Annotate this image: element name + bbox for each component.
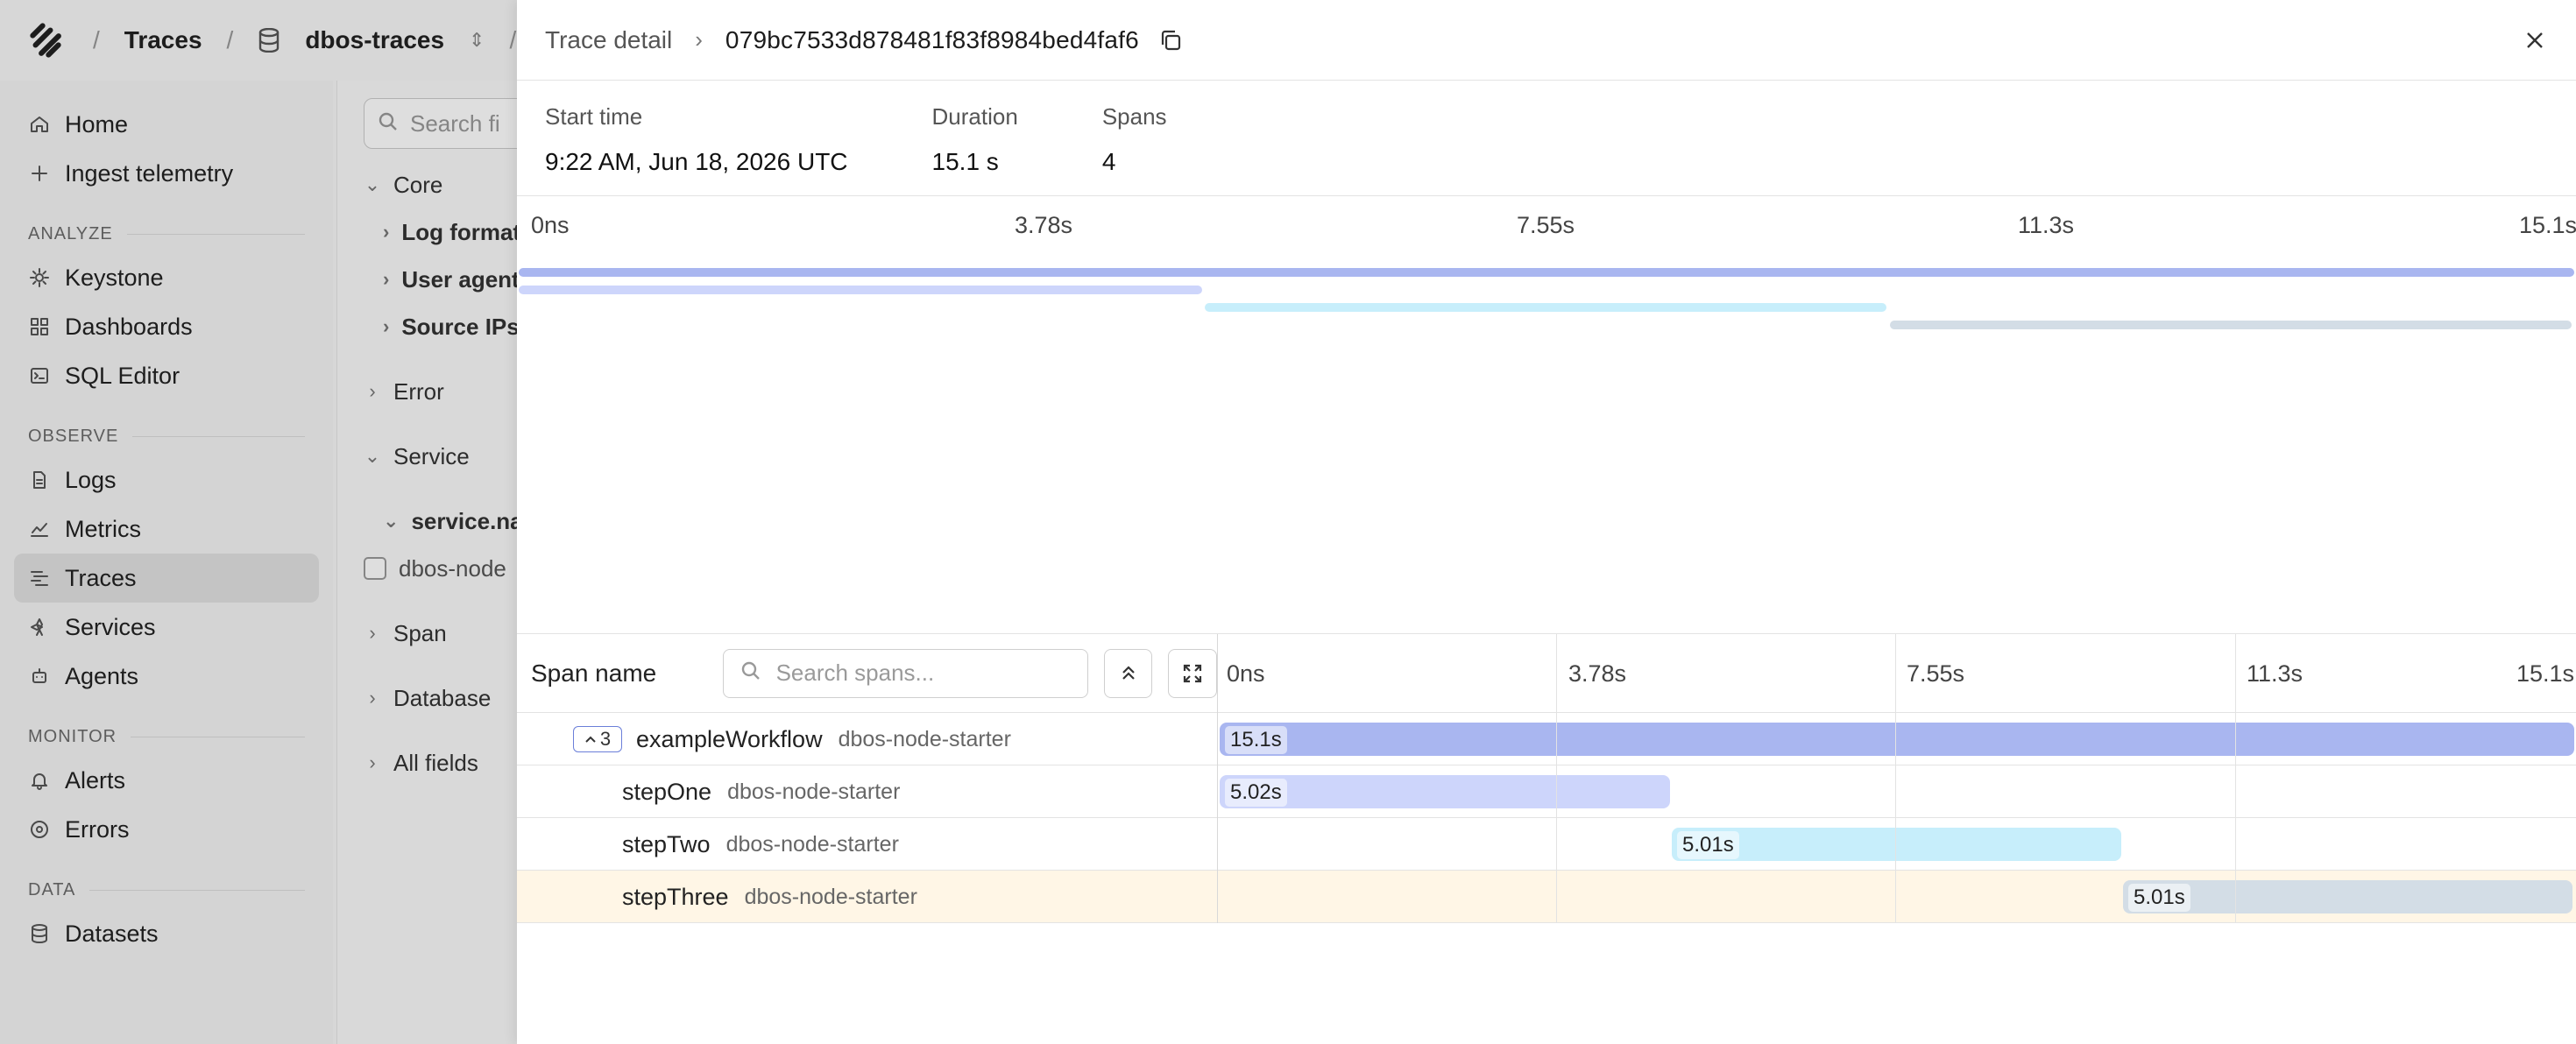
- span-operation-name: exampleWorkflow: [636, 725, 823, 752]
- span-duration-bar[interactable]: 5.01s: [2123, 880, 2572, 914]
- span-name-header: Span name Search spans...: [517, 633, 1218, 713]
- span-service-name: dbos-node-starter: [727, 779, 901, 804]
- span-duration-label: 5.02s: [1225, 779, 1287, 807]
- span-row-name: 3 exampleWorkflow dbos-node-starter: [517, 713, 1218, 765]
- span-operation-name: stepThree: [622, 883, 729, 910]
- waterfall-gridline: [2234, 634, 2236, 923]
- overview-tick-label: 3.78s: [1015, 212, 1073, 238]
- span-operation-name: stepTwo: [622, 830, 711, 857]
- close-icon[interactable]: [2522, 27, 2548, 53]
- span-row[interactable]: 3 exampleWorkflow dbos-node-starter 15.1s: [517, 713, 2576, 765]
- trace-detail-panel: Trace detail › 079bc7533d878481f83f8984b…: [517, 0, 2576, 1044]
- duration: Duration 15.1 s: [931, 103, 1018, 175]
- span-duration-bar[interactable]: 15.1s: [1220, 723, 2574, 756]
- overview-span-bar: [519, 286, 1202, 294]
- chevrons-up-icon: [1122, 665, 1135, 680]
- span-search-input[interactable]: Search spans...: [722, 648, 1088, 698]
- waterfall-header: Span name Search spans... 0ns 3.78s 7.55s 1…: [517, 633, 2576, 713]
- span-row-name: stepThree dbos-node-starter: [517, 871, 1218, 923]
- span-service-name: dbos-node-starter: [838, 726, 1011, 751]
- span-duration-bar[interactable]: 5.02s: [1220, 775, 1670, 808]
- overview-tick-label: 0ns: [531, 212, 570, 238]
- span-service-name: dbos-node-starter: [744, 884, 917, 909]
- span-duration-bar[interactable]: 5.01s: [1672, 828, 2121, 861]
- overview-tick-label: 7.55s: [1517, 212, 1575, 238]
- span-duration-label: 5.01s: [2128, 884, 2190, 912]
- waterfall-tick-label: 7.55s: [1907, 660, 1965, 687]
- breadcrumb-trace-detail[interactable]: Trace detail: [545, 26, 672, 54]
- span-row-name: stepTwo dbos-node-starter: [517, 818, 1218, 871]
- chevron-up-icon: [585, 736, 596, 743]
- overview-tick-label: 11.3s: [2018, 212, 2075, 238]
- start-time: Start time 9:22 AM, Jun 18, 2026 UTC: [545, 103, 848, 175]
- collapse-children-button[interactable]: 3: [573, 726, 622, 752]
- expand-icon: [1184, 664, 1202, 682]
- overview-tick-label: 15.1s: [2519, 212, 2576, 238]
- span-service-name: dbos-node-starter: [725, 831, 899, 857]
- span-waterfall: Span name Search spans... 0ns 3.78s 7.55s 1…: [517, 633, 2576, 923]
- waterfall-tick-label: 15.1s: [2516, 660, 2575, 687]
- waterfall-gridline: [1895, 634, 1896, 923]
- overview-span-bar: [519, 268, 2574, 277]
- trace-summary: Start time 9:22 AM, Jun 18, 2026 UTC Dur…: [517, 81, 2576, 196]
- overview-span-bar: [1205, 303, 1887, 312]
- expand-all-button[interactable]: [1168, 648, 1218, 698]
- span-count: Spans 4: [1101, 103, 1167, 175]
- search-icon: [741, 660, 761, 687]
- waterfall-tick-label: 0ns: [1227, 660, 1265, 687]
- trace-id: 079bc7533d878481f83f8984bed4faf6: [725, 25, 1139, 53]
- span-row[interactable]: stepThree dbos-node-starter 5.01s: [517, 871, 2576, 923]
- span-rows: 3 exampleWorkflow dbos-node-starter 15.1s st…: [517, 713, 2576, 923]
- waterfall-tick-label: 11.3s: [2247, 660, 2304, 687]
- waterfall-tick-label: 3.78s: [1568, 660, 1627, 687]
- span-row[interactable]: stepTwo dbos-node-starter 5.01s: [517, 818, 2576, 871]
- span-duration-label: 5.01s: [1677, 831, 1739, 859]
- overview-span-bar: [1889, 321, 2572, 329]
- copy-icon[interactable]: [1158, 28, 1183, 53]
- chevron-right-icon: ›: [695, 26, 703, 53]
- collapse-all-button[interactable]: [1103, 648, 1153, 698]
- span-row-name: stepOne dbos-node-starter: [517, 765, 1218, 818]
- panel-header: Trace detail › 079bc7533d878481f83f8984b…: [517, 0, 2576, 81]
- span-duration-label: 15.1s: [1225, 726, 1287, 754]
- span-row[interactable]: stepOne dbos-node-starter 5.02s: [517, 765, 2576, 818]
- waterfall-gridline: [1555, 634, 1557, 923]
- trace-overview-minimap[interactable]: 0ns 3.78s 7.55s 11.3s 15.1s: [517, 196, 2576, 634]
- span-operation-name: stepOne: [622, 778, 712, 805]
